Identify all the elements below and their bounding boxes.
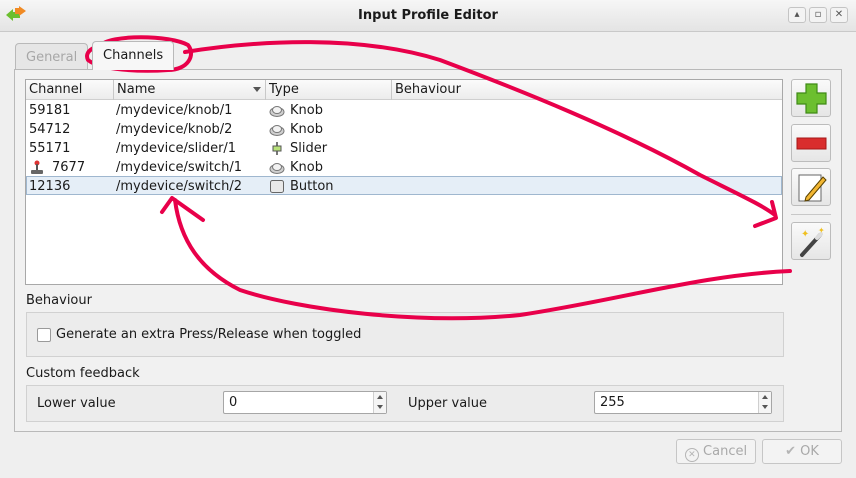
column-header-behaviour[interactable]: Behaviour bbox=[392, 80, 782, 100]
spin-up-icon[interactable] bbox=[377, 395, 383, 399]
channel-cell: 55171 bbox=[29, 141, 71, 156]
maximize-icon[interactable]: ▫ bbox=[809, 7, 827, 23]
extra-press-release-label[interactable]: Generate an extra Press/Release when tog… bbox=[56, 327, 361, 342]
spin-down-icon[interactable] bbox=[762, 405, 768, 409]
type-cell: Slider bbox=[290, 141, 328, 156]
name-cell: /mydevice/knob/1 bbox=[116, 103, 233, 118]
table-row[interactable]: 59181 /mydevice/knob/1 Knob bbox=[26, 101, 782, 120]
table-row[interactable]: 55171 /mydevice/slider/1 Slider bbox=[26, 139, 782, 158]
cancel-icon: ✕ bbox=[684, 448, 699, 462]
remove-channel-button[interactable] bbox=[791, 124, 831, 162]
tab-general[interactable]: General bbox=[15, 43, 89, 70]
channel-cell: 59181 bbox=[29, 103, 71, 118]
behaviour-heading: Behaviour bbox=[26, 293, 92, 308]
name-cell: /mydevice/slider/1 bbox=[116, 141, 237, 156]
type-cell: Knob bbox=[290, 122, 323, 137]
table-row[interactable]: 7677 /mydevice/switch/1 Knob bbox=[26, 158, 782, 177]
lower-value-field[interactable]: 0 bbox=[229, 395, 237, 410]
lower-value-stepper[interactable] bbox=[373, 392, 386, 413]
wizard-icon: ✦ ✦ bbox=[800, 226, 825, 257]
custom-feedback-heading: Custom feedback bbox=[26, 366, 140, 381]
spin-up-icon[interactable] bbox=[762, 395, 768, 399]
type-cell: Button bbox=[290, 179, 334, 194]
table-header: Channel Name Type Behaviour bbox=[26, 80, 782, 100]
add-icon bbox=[796, 83, 827, 114]
column-header-channel[interactable]: Channel bbox=[26, 80, 114, 100]
upper-value-field[interactable]: 255 bbox=[600, 395, 625, 410]
column-header-type[interactable]: Type bbox=[266, 80, 392, 100]
channels-table[interactable]: Channel Name Type Behaviour 59181 /mydev… bbox=[25, 79, 783, 285]
restore-icon[interactable]: ▴ bbox=[788, 7, 806, 23]
channel-cell: 7677 bbox=[52, 160, 86, 175]
extra-press-release-checkbox[interactable] bbox=[37, 328, 51, 342]
ok-button[interactable]: ✔ OK bbox=[762, 439, 842, 464]
column-header-name[interactable]: Name bbox=[114, 80, 266, 100]
spin-down-icon[interactable] bbox=[377, 405, 383, 409]
name-cell: /mydevice/switch/1 bbox=[116, 160, 242, 175]
ok-label: OK bbox=[800, 444, 819, 459]
knob-icon bbox=[269, 125, 285, 136]
knob-icon bbox=[269, 106, 285, 117]
window-title: Input Profile Editor bbox=[358, 8, 498, 23]
close-icon[interactable]: ✕ bbox=[830, 7, 848, 23]
joystick-icon bbox=[31, 160, 43, 174]
type-cell: Knob bbox=[290, 103, 323, 118]
ok-check-icon: ✔ bbox=[785, 444, 796, 459]
name-cell: /mydevice/switch/2 bbox=[116, 179, 242, 194]
svg-text:✦: ✦ bbox=[801, 229, 809, 240]
sort-down-icon bbox=[253, 87, 261, 92]
remove-icon bbox=[796, 137, 827, 150]
button-icon bbox=[270, 180, 284, 193]
tab-channels[interactable]: Channels bbox=[92, 41, 175, 70]
channel-cell: 12136 bbox=[29, 179, 71, 194]
wizard-button[interactable]: ✦ ✦ bbox=[791, 222, 831, 260]
cancel-label: Cancel bbox=[703, 444, 748, 459]
upper-value-spinbox[interactable]: 255 bbox=[594, 391, 772, 414]
table-row[interactable]: 54712 /mydevice/knob/2 Knob bbox=[26, 120, 782, 139]
type-cell: Knob bbox=[290, 160, 323, 175]
cancel-button[interactable]: ✕ Cancel bbox=[676, 439, 756, 464]
title-bar: Input Profile Editor ▴ ▫ ✕ bbox=[0, 0, 856, 32]
edit-channel-button[interactable] bbox=[791, 168, 831, 206]
slider-icon bbox=[272, 142, 282, 155]
svg-text:✦: ✦ bbox=[818, 226, 825, 235]
upper-value-stepper[interactable] bbox=[758, 392, 771, 413]
lower-value-label: Lower value bbox=[37, 396, 116, 411]
knob-icon bbox=[269, 163, 285, 174]
table-row-selected[interactable]: 12136 /mydevice/switch/2 Button bbox=[26, 176, 782, 195]
side-separator bbox=[791, 214, 831, 215]
add-channel-button[interactable] bbox=[791, 79, 831, 117]
column-header-name-label: Name bbox=[117, 82, 156, 97]
edit-icon bbox=[798, 174, 827, 202]
lower-value-spinbox[interactable]: 0 bbox=[223, 391, 387, 414]
upper-value-label: Upper value bbox=[408, 396, 488, 411]
name-cell: /mydevice/knob/2 bbox=[116, 122, 233, 137]
channel-cell: 54712 bbox=[29, 122, 71, 137]
